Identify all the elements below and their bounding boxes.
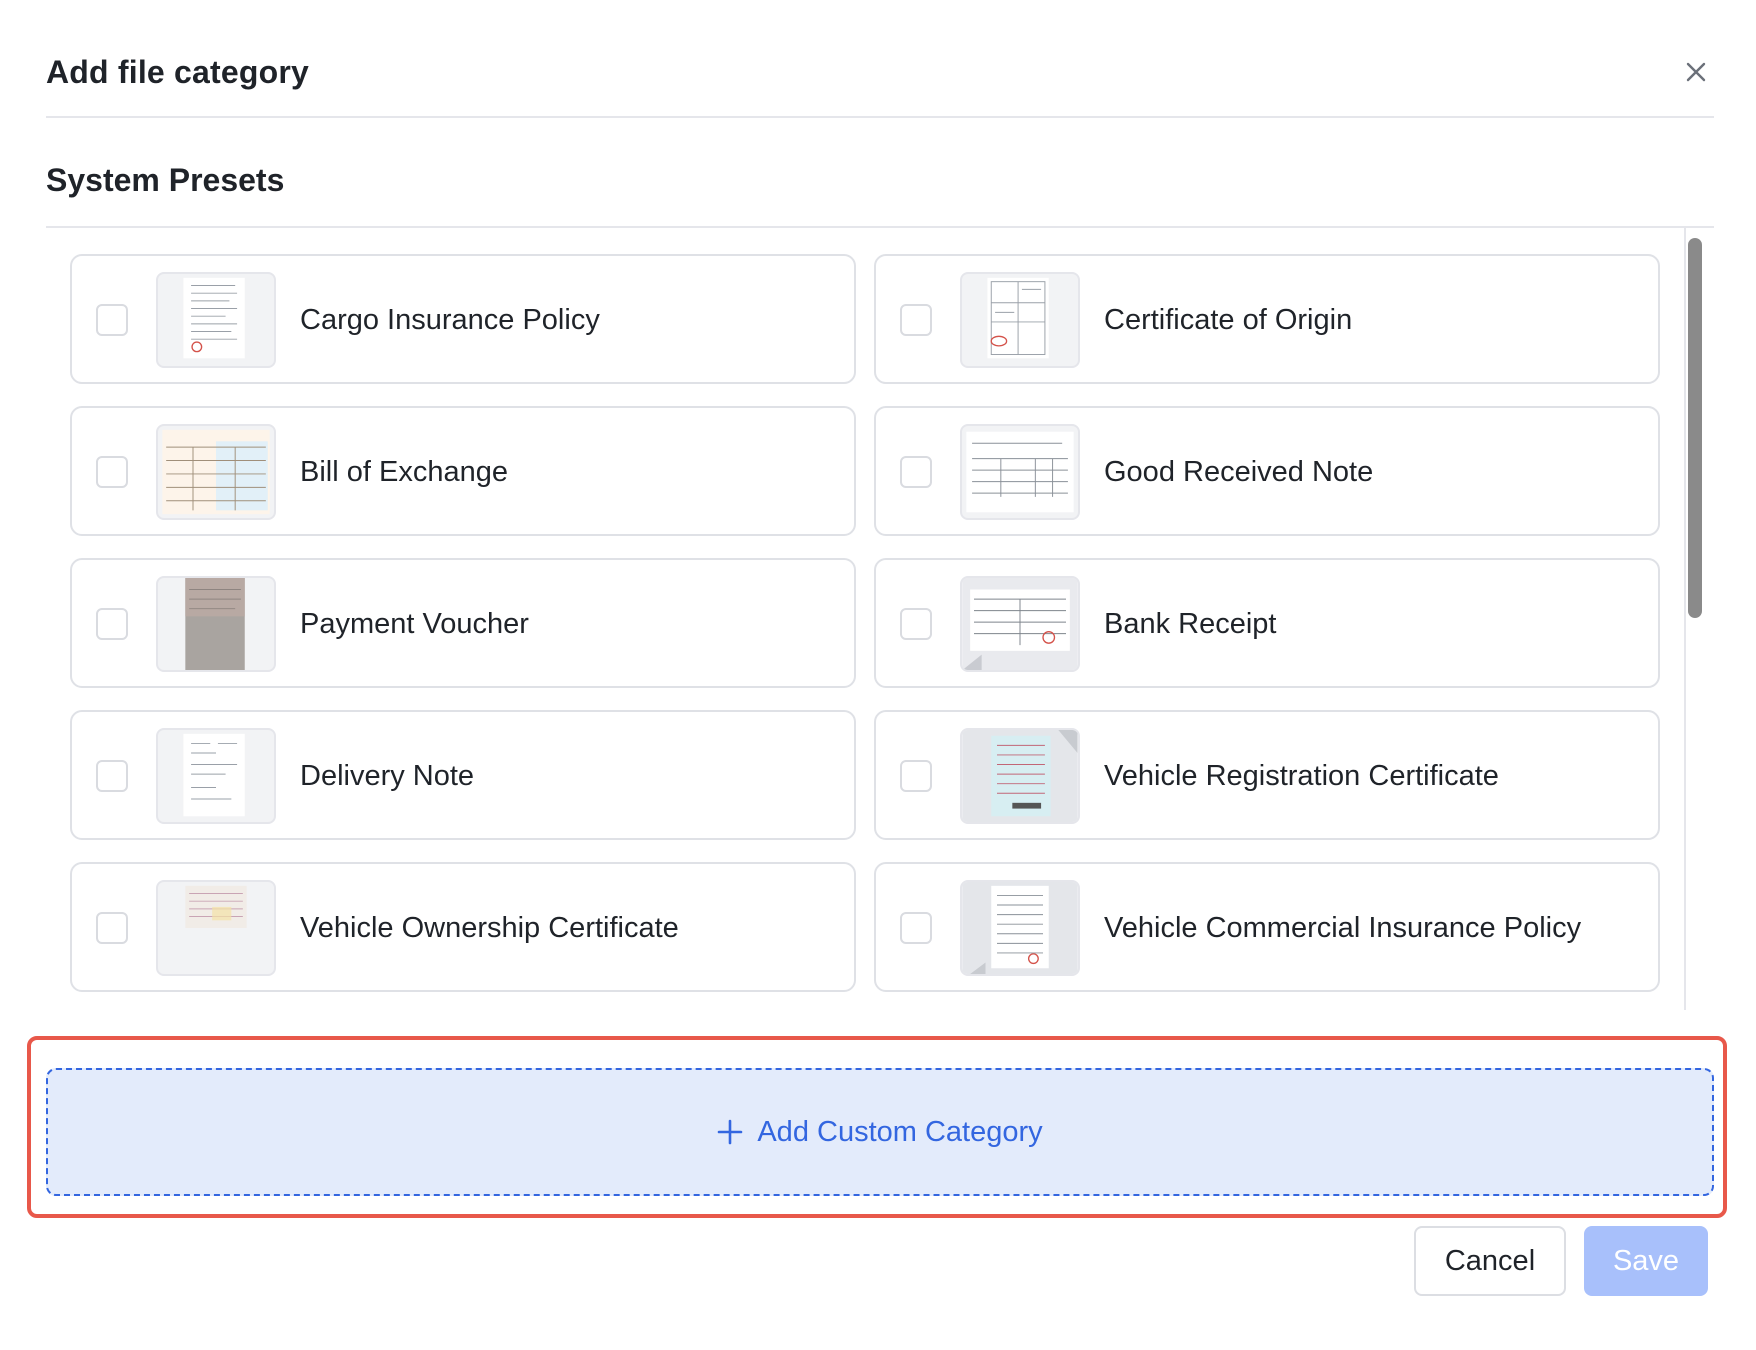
- document-thumbnail: [960, 424, 1080, 520]
- preset-card[interactable]: Vehicle Ownership Certificate: [70, 862, 856, 992]
- preset-card[interactable]: Bank Receipt: [874, 558, 1660, 688]
- preset-label: Certificate of Origin: [1104, 304, 1353, 336]
- document-thumbnail: [960, 728, 1080, 824]
- dialog-title: Add file category: [46, 54, 310, 90]
- preset-checkbox[interactable]: [900, 760, 932, 792]
- preset-card[interactable]: Cargo Insurance Policy: [70, 254, 856, 384]
- photo-thumbnail: [156, 576, 276, 672]
- document-thumbnail: [156, 880, 276, 976]
- preset-label: Cargo Insurance Policy: [300, 304, 600, 336]
- cancel-button[interactable]: Cancel: [1414, 1226, 1566, 1296]
- close-icon: [1686, 62, 1706, 82]
- preset-label: Bill of Exchange: [300, 456, 508, 488]
- save-button[interactable]: Save: [1584, 1226, 1708, 1296]
- document-thumbnail: [156, 424, 276, 520]
- add-custom-category-button[interactable]: Add Custom Category: [46, 1068, 1714, 1196]
- preset-checkbox[interactable]: [900, 304, 932, 336]
- preset-checkbox[interactable]: [900, 608, 932, 640]
- preset-card[interactable]: Bill of Exchange: [70, 406, 856, 536]
- preset-checkbox[interactable]: [96, 912, 128, 944]
- preset-card[interactable]: Certificate of Origin: [874, 254, 1660, 384]
- document-thumbnail: [156, 272, 276, 368]
- preset-checkbox[interactable]: [900, 912, 932, 944]
- add-custom-category-label: Add Custom Category: [757, 1115, 1043, 1148]
- preset-card[interactable]: Payment Voucher: [70, 558, 856, 688]
- document-thumbnail: [960, 880, 1080, 976]
- preset-label: Delivery Note: [300, 760, 475, 792]
- section-title-system-presets: System Presets: [46, 162, 285, 198]
- preset-card[interactable]: Vehicle Registration Certificate: [874, 710, 1660, 840]
- preset-label: Vehicle Ownership Certificate: [300, 912, 679, 944]
- presets-grid: Cargo Insurance Policy Certificate of Ori…: [70, 254, 1660, 992]
- preset-checkbox[interactable]: [96, 304, 128, 336]
- preset-card[interactable]: Delivery Note: [70, 710, 856, 840]
- scrollbar-thumb[interactable]: [1688, 238, 1702, 618]
- preset-label: Bank Receipt: [1104, 608, 1277, 640]
- plus-icon: [718, 1119, 743, 1145]
- document-thumbnail: [156, 728, 276, 824]
- preset-label: Payment Voucher: [300, 608, 529, 640]
- add-file-category-dialog: Add file category System Presets Cargo I…: [0, 0, 1756, 1350]
- preset-checkbox[interactable]: [96, 608, 128, 640]
- preset-checkbox[interactable]: [96, 456, 128, 488]
- preset-checkbox[interactable]: [900, 456, 932, 488]
- preset-card[interactable]: Good Received Note: [874, 406, 1660, 536]
- preset-label: Vehicle Registration Certificate: [1104, 760, 1499, 792]
- dialog-header: Add file category: [46, 0, 1714, 118]
- preset-label: Vehicle Commercial Insurance Policy: [1104, 912, 1582, 944]
- close-button[interactable]: [1678, 52, 1714, 92]
- preset-card[interactable]: Vehicle Commercial Insurance Policy: [874, 862, 1660, 992]
- presets-list[interactable]: Cargo Insurance Policy Certificate of Ori…: [46, 226, 1714, 1010]
- document-thumbnail: [960, 576, 1080, 672]
- document-thumbnail: [960, 272, 1080, 368]
- preset-label: Good Received Note: [1104, 456, 1374, 488]
- preset-checkbox[interactable]: [96, 760, 128, 792]
